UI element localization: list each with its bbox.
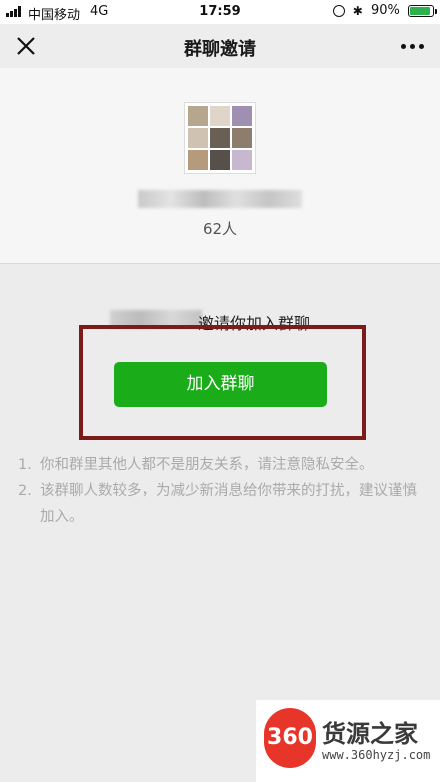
battery-percent: 90%	[370, 3, 400, 18]
notice-list: 1. 你和群里其他人都不是朋友关系，请注意隐私安全。 2. 该群聊人数较多，为减…	[18, 452, 428, 530]
status-bar: 中国移动 4G 17:59 ✱ 90%	[0, 0, 440, 24]
member-avatar-tile	[232, 106, 252, 126]
member-avatar-tile	[232, 128, 252, 148]
nav-bar: 群聊邀请	[0, 24, 440, 68]
member-count: 62人	[202, 220, 238, 238]
watermark-title: 货源之家	[322, 720, 418, 748]
rotation-lock-icon	[332, 4, 345, 17]
group-info-card: 62人	[0, 68, 440, 264]
notice-item: 1. 你和群里其他人都不是朋友关系，请注意隐私安全。	[18, 452, 428, 478]
notice-number: 1.	[18, 457, 32, 473]
member-avatar-tile	[188, 150, 208, 170]
group-avatar	[184, 102, 256, 174]
notice-text: 该群聊人数较多，为减少新消息给你带来的打扰，建议谨慎加入。	[40, 483, 417, 525]
battery-icon	[408, 4, 437, 17]
member-avatar-tile	[188, 128, 208, 148]
member-avatar-tile	[188, 106, 208, 126]
watermark-logo: 360	[264, 708, 316, 768]
watermark: 360 货源之家 www.360hyzj.com	[256, 700, 440, 782]
member-avatar-tile	[210, 150, 230, 170]
page-title: 群聊邀请	[184, 39, 256, 60]
notice-number: 2.	[18, 483, 32, 499]
join-group-button[interactable]: 加入群聊	[114, 362, 327, 407]
status-icons: ✱ 90%	[332, 3, 437, 21]
watermark-url: www.360hyzj.com	[322, 748, 431, 762]
battery-fill	[410, 6, 430, 15]
more-icon[interactable]	[400, 34, 426, 58]
notice-text: 你和群里其他人都不是朋友关系，请注意隐私安全。	[40, 457, 374, 473]
member-avatar-tile	[210, 128, 230, 148]
notice-item: 2. 该群聊人数较多，为减少新消息给你带来的打扰，建议谨慎加入。	[18, 478, 428, 530]
group-name-redacted	[138, 190, 302, 208]
bluetooth-icon: ✱	[352, 3, 363, 18]
member-avatar-tile	[232, 150, 252, 170]
member-avatar-tile	[210, 106, 230, 126]
